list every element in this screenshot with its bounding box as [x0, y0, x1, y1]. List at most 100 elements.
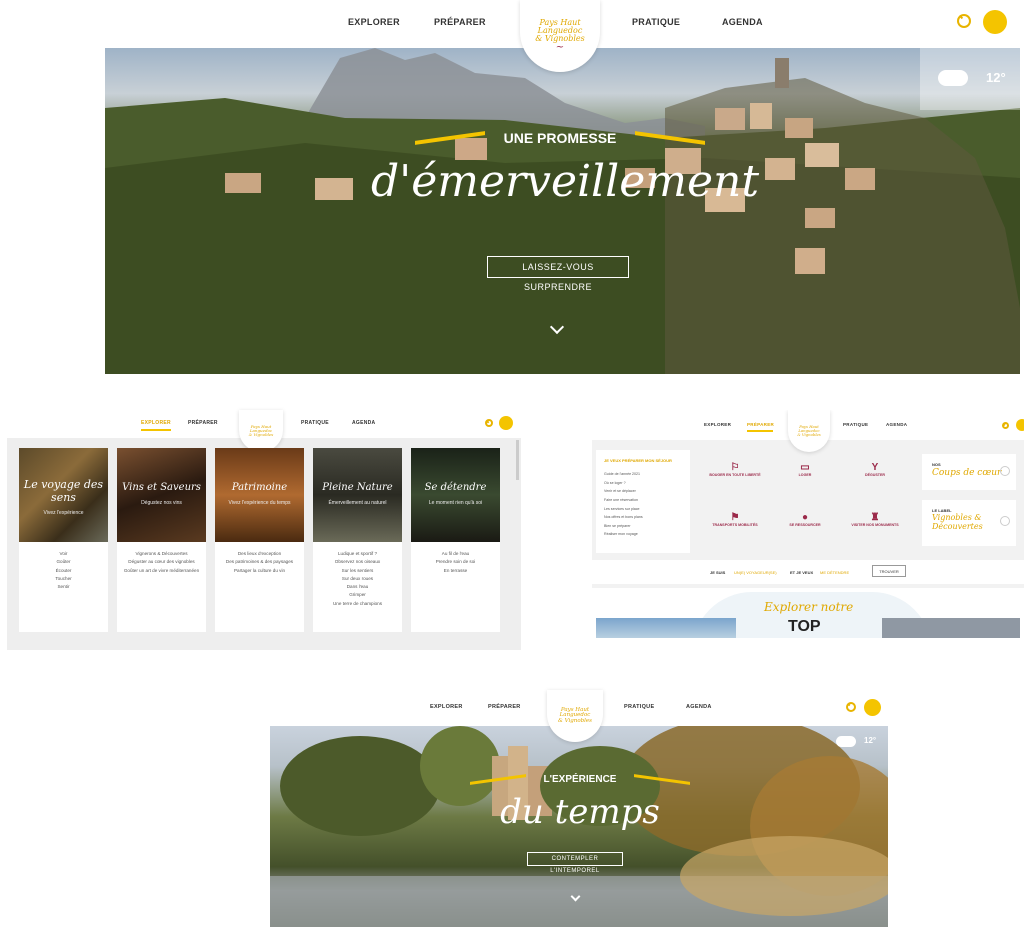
chevron-right-icon[interactable] [1000, 466, 1010, 476]
nav-agenda[interactable]: AGENDA [722, 17, 763, 27]
menu-card-nature[interactable]: Pleine Nature Émerveillement au naturel … [313, 448, 402, 632]
promo-coups-de-coeur[interactable]: NOS Coups de cœur [922, 454, 1016, 490]
nav-preparer[interactable]: PRÉPARER [747, 422, 774, 427]
search-bar: JE SUIS UN(E) VOYAGEUR(SE) ET JE VEUX ME… [592, 560, 1024, 584]
find-button[interactable]: TROUVER [872, 565, 906, 577]
card-subtitle: Vivez l'expérience [43, 510, 84, 516]
prepare-tile-transports[interactable]: ⚑ TRANSPORTS MOBILITÉS [700, 512, 770, 527]
card-links: Vignerons & Découvertes Déguster au cœur… [117, 550, 206, 575]
tile-label: SE RESSOURCER [789, 523, 821, 527]
card-link[interactable]: Sur les sentiers [313, 567, 402, 575]
card-link[interactable]: Écouter [19, 567, 108, 575]
promo-script: Coups de cœur [932, 468, 1002, 478]
screen-explorer-menu: EXPLORER PRÉPARER PRATIQUE AGENDA Pays H… [7, 410, 521, 650]
side-link[interactable]: Venir et se déplacer [604, 487, 643, 496]
prepare-tile-bouger[interactable]: ⚐ BOUGER EN TOUTE LIBERTÉ [700, 462, 770, 477]
card-link[interactable]: Goûter un art de vivre méditerranéen [117, 567, 206, 575]
hero-kicker: L'EXPÉRIENCE [470, 774, 690, 785]
prepare-icon-grid: ⚐ BOUGER EN TOUTE LIBERTÉ ▭ LOGER Y DÉGU… [700, 462, 910, 552]
hero-banner: 12° UNE PROMESSE d'émerveillement LAISSE… [105, 48, 1020, 374]
card-link[interactable]: Sentir [19, 583, 108, 591]
nav-explorer[interactable]: EXPLORER [348, 17, 400, 27]
side-link[interactable]: Où se loger ? [604, 479, 643, 488]
hero-script: du temps [500, 792, 660, 832]
screen-home: EXPLORER PRÉPARER PRATIQUE AGENDA 12° UN… [105, 0, 1020, 374]
side-link[interactable]: Bien se préparer [604, 522, 643, 531]
nav-agenda[interactable]: AGENDA [352, 420, 375, 426]
card-link[interactable]: Vignerons & Découvertes [117, 550, 206, 558]
nav-explorer[interactable]: EXPLORER [704, 422, 731, 427]
occitanie-icon[interactable] [983, 10, 1007, 34]
site-logo[interactable]: Pays Haut Languedoc & Vignobles [788, 410, 830, 452]
card-link[interactable]: Goûter [19, 558, 108, 566]
hero-kicker-text: L'EXPÉRIENCE [543, 774, 617, 785]
card-link[interactable]: Dans l'eau [313, 583, 402, 591]
card-link[interactable]: Au fil de l'eau [411, 550, 500, 558]
side-link[interactable]: Faire une réservation [604, 496, 643, 505]
nav-pratique[interactable]: PRATIQUE [624, 704, 654, 710]
card-links: Voir Goûter Écouter Toucher Sentir [19, 550, 108, 591]
logo-line3: & Vignobles [248, 432, 274, 437]
side-link[interactable]: Nos offres et bons plans [604, 513, 643, 522]
nav-explorer[interactable]: EXPLORER [141, 420, 171, 426]
bed-icon: ▭ [800, 462, 810, 473]
promo-vignobles[interactable]: LE LABEL Vignobles & Découvertes [922, 500, 1016, 546]
nav-agenda[interactable]: AGENDA [686, 704, 712, 710]
traveler-select[interactable]: UN(E) VOYAGEUR(SE) [734, 570, 777, 575]
scrollbar[interactable] [516, 440, 519, 480]
card-link[interactable]: Sur deux roues [313, 575, 402, 583]
card-link[interactable]: Grimper [313, 591, 402, 599]
explore-photo-right [882, 618, 1020, 638]
side-link[interactable]: Les services sur place [604, 505, 643, 514]
tile-label: DÉGUSTER [865, 473, 885, 477]
card-link[interactable]: Des lieux d'exception [215, 550, 304, 558]
nav-preparer[interactable]: PRÉPARER [434, 17, 486, 27]
card-link[interactable]: Déguster au cœur des vignobles [117, 558, 206, 566]
card-link[interactable]: Des patrimoines & des paysages [215, 558, 304, 566]
card-link[interactable]: Voir [19, 550, 108, 558]
menu-card-sens[interactable]: Le voyage des sens Vivez l'expérience Vo… [19, 448, 108, 632]
prepare-tile-loger[interactable]: ▭ LOGER [770, 462, 840, 477]
prepare-side-panel: JE VEUX PRÉPARER MON SÉJOUR Guide de l'a… [596, 450, 690, 553]
chevron-right-icon[interactable] [1000, 516, 1010, 526]
card-link[interactable]: En terrasse [411, 567, 500, 575]
hero-cta-button[interactable]: LAISSEZ-VOUS SURPRENDRE [487, 256, 629, 292]
nav-pratique[interactable]: PRATIQUE [301, 420, 329, 426]
card-image [411, 448, 500, 542]
search-icon[interactable] [846, 702, 856, 712]
card-link[interactable]: Toucher [19, 575, 108, 583]
search-icon[interactable] [957, 14, 971, 28]
occitanie-icon[interactable] [499, 416, 513, 430]
card-image [117, 448, 206, 542]
card-link[interactable]: Ludique et sportif ? [313, 550, 402, 558]
bar-label-a: JE SUIS [710, 570, 726, 575]
menu-card-detendre[interactable]: Se détendre Le moment rien qu'à soi Au f… [411, 448, 500, 632]
search-icon[interactable] [1002, 422, 1009, 429]
nav-pratique[interactable]: PRATIQUE [843, 422, 868, 427]
weather-widget[interactable]: 12° [920, 48, 1020, 110]
side-link[interactable]: Réaliser mon voyage [604, 530, 643, 539]
occitanie-icon[interactable] [1016, 419, 1024, 431]
card-link[interactable]: Observez nos oiseaux [313, 558, 402, 566]
nav-pratique[interactable]: PRATIQUE [632, 17, 680, 27]
card-link[interactable]: Prendre soin de soi [411, 558, 500, 566]
nav-preparer[interactable]: PRÉPARER [488, 704, 521, 710]
weather-widget[interactable]: 12° [820, 732, 884, 752]
menu-card-patrimoine[interactable]: Patrimoine Vivez l'expérience du temps D… [215, 448, 304, 632]
hero-cta-button[interactable]: CONTEMPLER L'INTEMPOREL [527, 852, 623, 874]
nav-preparer[interactable]: PRÉPARER [188, 420, 218, 426]
prepare-tile-deguster[interactable]: Y DÉGUSTER [840, 462, 910, 477]
menu-card-vins[interactable]: Vins et Saveurs Dégustez nos vins Vigner… [117, 448, 206, 632]
search-icon[interactable] [485, 419, 493, 427]
prepare-tile-ressourcer[interactable]: ● SE RESSOURCER [770, 512, 840, 527]
wish-select[interactable]: ME DÉTENDRE [820, 570, 849, 575]
card-link[interactable]: Partager la culture du vin [215, 567, 304, 575]
prepare-tile-visiter[interactable]: ♜ VISITER NOS MONUMENTS [840, 512, 910, 527]
nav-explorer[interactable]: EXPLORER [430, 704, 463, 710]
card-link[interactable]: Une terre de champions [313, 600, 402, 608]
occitanie-icon[interactable] [864, 699, 881, 716]
side-link[interactable]: Guide de l'année 2021 [604, 470, 643, 479]
nav-agenda[interactable]: AGENDA [886, 422, 907, 427]
site-logo[interactable]: Pays Haut Languedoc & Vignobles [239, 410, 283, 452]
card-subtitle: Dégustez nos vins [141, 500, 182, 506]
